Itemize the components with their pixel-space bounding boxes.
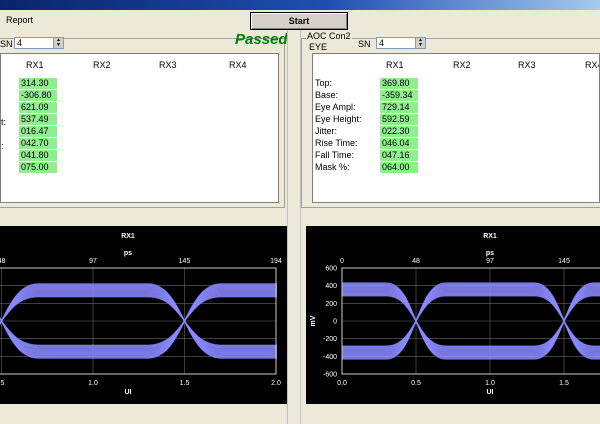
- y-tick-label: 0: [333, 319, 337, 326]
- right-sn-input[interactable]: 4 ▲ ▼: [376, 37, 426, 49]
- right-eye-plot: RX1 ps 0 48 97 145 0.0 0.5 1.0 1.5 UI 600 400 200 0 -20…: [306, 226, 600, 404]
- right-group-label: AOC Con2: [306, 31, 352, 41]
- right-value-cell: 369.80: [380, 78, 418, 89]
- right-value-cell: 022.30: [380, 126, 418, 137]
- bottom-tick-label: 1.0: [485, 380, 495, 387]
- right-value-cell: 064.00: [380, 162, 418, 173]
- right-sn-value: 4: [379, 38, 385, 48]
- right-col-header: RX3: [518, 60, 536, 70]
- y-axis-label: mV: [310, 315, 317, 326]
- left-sn-input[interactable]: 4 ▲ ▼: [14, 37, 64, 49]
- x-axis-label: UI: [487, 389, 494, 396]
- left-col-header: RX3: [159, 60, 177, 70]
- right-results-table: RX1 RX2 RX3 RX4 Top: Base: Eye Ampl: Eye…: [312, 53, 600, 203]
- y-tick-label: -400: [323, 354, 337, 361]
- left-col-header: RX2: [93, 60, 111, 70]
- top-tick-label: 48: [0, 258, 5, 265]
- top-tick-label: 0: [340, 258, 344, 265]
- right-sn-label: SN: [358, 39, 371, 49]
- right-col-header: RX4: [585, 60, 599, 70]
- left-value-cell: -306.80: [19, 90, 57, 101]
- y-tick-label: -600: [323, 372, 337, 379]
- top-axis-unit: ps: [124, 250, 132, 257]
- right-row-label: Eye Height:: [315, 114, 362, 124]
- left-col-header: RX4: [229, 60, 247, 70]
- top-tick-label: 97: [486, 258, 494, 265]
- left-value-cell: 075.00: [19, 162, 57, 173]
- bottom-tick-label: 1.0: [88, 380, 98, 387]
- top-tick-label: 145: [179, 258, 191, 265]
- right-value-cell: 047.16: [380, 150, 418, 161]
- left-col-header: RX1: [26, 60, 44, 70]
- right-value-cell: -359.34: [380, 90, 418, 101]
- left-value-cell: 314.30: [19, 78, 57, 89]
- top-tick-label: 48: [412, 258, 420, 265]
- menu-report[interactable]: Report: [6, 15, 33, 25]
- left-row-label: t:: [1, 117, 7, 127]
- title-bar: [0, 0, 600, 10]
- right-col-header: RX2: [453, 60, 471, 70]
- bottom-tick-label: 1.5: [559, 380, 569, 387]
- right-value-cell: 592.59: [380, 114, 418, 125]
- left-value-cell: 042.70: [19, 138, 57, 149]
- left-eye-plot: RX1 ps 48 97 145 194 .5 1.0 1.5 2.0 UI: [0, 226, 289, 404]
- top-tick-label: 194: [270, 258, 282, 265]
- right-row-label: Jitter:: [315, 126, 338, 136]
- bottom-tick-label: 0.0: [337, 380, 347, 387]
- left-status-passed: Passed: [235, 31, 288, 48]
- right-row-label: Base:: [315, 90, 339, 100]
- left-sn-value: 4: [17, 38, 23, 48]
- right-row-label: Eye Ampl:: [315, 102, 356, 112]
- right-row-label: Fall Time:: [315, 150, 355, 160]
- bottom-tick-label: 2.0: [271, 380, 281, 387]
- right-col-header: RX1: [386, 60, 404, 70]
- bottom-tick-label: 1.5: [180, 380, 190, 387]
- left-value-cell: 016.47: [19, 126, 57, 137]
- right-eye-diagram: RX1 ps 0 48 97 145 0.0 0.5 1.0 1.5 UI 600 400 200 0 -20…: [306, 226, 600, 404]
- left-value-cell: 537.49: [19, 114, 57, 125]
- x-axis-label: UI: [125, 389, 132, 396]
- bottom-tick-label: .5: [0, 380, 5, 387]
- right-row-label: Mask %:: [315, 162, 350, 172]
- panel-splitter[interactable]: [287, 30, 301, 424]
- left-row-label: :: [1, 141, 4, 151]
- chart-title: RX1: [121, 233, 135, 240]
- right-value-cell: 729.14: [380, 102, 418, 113]
- left-sn-spinner[interactable]: ▲ ▼: [53, 38, 63, 48]
- top-tick-label: 97: [89, 258, 97, 265]
- y-tick-label: 400: [325, 283, 337, 290]
- top-axis-unit: ps: [486, 250, 494, 257]
- right-row-label: Rise Time:: [315, 138, 358, 148]
- y-tick-label: -200: [323, 336, 337, 343]
- right-eye-label: EYE: [308, 42, 329, 52]
- right-row-label: Top:: [315, 78, 333, 88]
- left-eye-diagram: RX1 ps 48 97 145 194 .5 1.0 1.5 2.0 UI: [0, 226, 289, 404]
- left-value-cell: 041.80: [19, 150, 57, 161]
- right-sn-spinner[interactable]: ▲ ▼: [415, 38, 425, 48]
- left-results-table: RX1 RX2 RX3 RX4 t: : 314.30 -306.80 621.…: [0, 53, 279, 203]
- left-value-cell: 621.09: [19, 102, 57, 113]
- left-sn-label: SN: [0, 39, 13, 49]
- start-button[interactable]: Start: [250, 12, 348, 30]
- top-tick-label: 145: [558, 258, 570, 265]
- y-tick-label: 200: [325, 301, 337, 308]
- chart-title: RX1: [483, 233, 497, 240]
- y-tick-label: 600: [325, 266, 337, 273]
- right-value-cell: 046.04: [380, 138, 418, 149]
- bottom-tick-label: 0.5: [411, 380, 421, 387]
